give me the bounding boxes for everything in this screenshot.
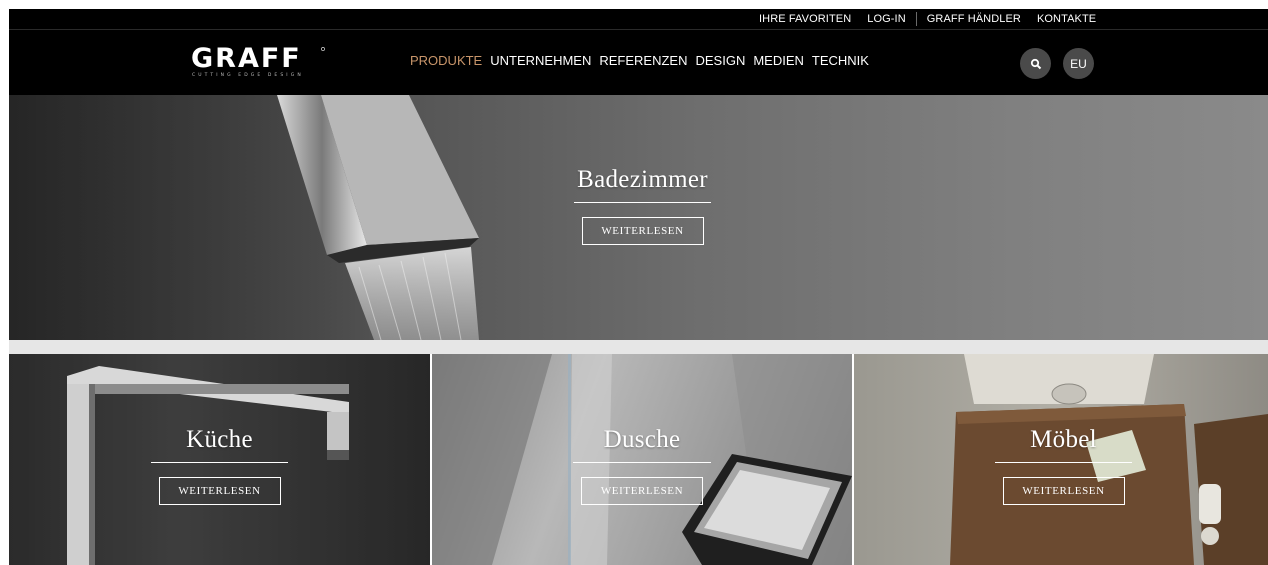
furniture-title: Möbel <box>1030 426 1097 453</box>
logo-wordmark: GRAFF <box>191 43 302 74</box>
furniture-read-more-button[interactable]: WEITERLESEN <box>1002 477 1125 505</box>
hero-title: Badezimmer <box>577 166 708 193</box>
utility-links: IHRE FAVORITEN LOG-IN GRAFF HÄNDLER KONT… <box>751 9 1104 29</box>
category-furniture[interactable]: Möbel WEITERLESEN <box>854 354 1268 565</box>
link-login[interactable]: LOG-IN <box>859 13 914 25</box>
graff-logo[interactable]: GRAFF CUTTING EDGE DESIGN <box>189 43 339 79</box>
nav-medien[interactable]: MEDIEN <box>753 53 804 68</box>
main-header: GRAFF CUTTING EDGE DESIGN PRODUKTE UNTER… <box>9 29 1268 95</box>
utility-bar: IHRE FAVORITEN LOG-IN GRAFF HÄNDLER KONT… <box>9 9 1268 29</box>
region-button[interactable]: EU <box>1063 48 1094 79</box>
nav-unternehmen[interactable]: UNTERNEHMEN <box>490 53 591 68</box>
link-dealers[interactable]: GRAFF HÄNDLER <box>919 13 1029 25</box>
link-contacts[interactable]: KONTAKTE <box>1029 13 1104 25</box>
nav-technik[interactable]: TECHNIK <box>812 53 869 68</box>
hero-caption: Badezimmer WEITERLESEN <box>574 167 711 245</box>
shower-rule <box>573 462 711 463</box>
category-kitchen[interactable]: Küche WEITERLESEN <box>9 354 430 565</box>
kitchen-caption: Küche WEITERLESEN <box>151 427 288 505</box>
search-button[interactable] <box>1020 48 1051 79</box>
search-icon <box>1030 58 1041 69</box>
nav-design[interactable]: DESIGN <box>695 53 745 68</box>
shower-title: Dusche <box>603 426 681 453</box>
page: IHRE FAVORITEN LOG-IN GRAFF HÄNDLER KONT… <box>9 9 1268 565</box>
hero-rule <box>574 202 711 203</box>
main-nav: PRODUKTE UNTERNEHMEN REFERENZEN DESIGN M… <box>410 53 877 68</box>
section-spacer <box>9 340 1268 354</box>
utility-divider <box>915 12 917 26</box>
logo-tagline: CUTTING EDGE DESIGN <box>192 72 304 78</box>
kitchen-read-more-button[interactable]: WEITERLESEN <box>158 477 281 505</box>
hero-read-more-button[interactable]: WEITERLESEN <box>581 217 704 245</box>
category-shower[interactable]: Dusche WEITERLESEN <box>432 354 852 565</box>
shower-read-more-button[interactable]: WEITERLESEN <box>581 477 703 505</box>
furniture-rule <box>995 462 1132 463</box>
nav-produkte[interactable]: PRODUKTE <box>410 53 482 68</box>
shower-caption: Dusche WEITERLESEN <box>573 427 711 505</box>
nav-referenzen[interactable]: REFERENZEN <box>599 53 687 68</box>
kitchen-rule <box>151 462 288 463</box>
hero-banner[interactable]: Badezimmer WEITERLESEN <box>9 95 1268 340</box>
kitchen-title: Küche <box>186 426 253 453</box>
link-favorites[interactable]: IHRE FAVORITEN <box>751 13 859 25</box>
furniture-caption: Möbel WEITERLESEN <box>995 427 1132 505</box>
